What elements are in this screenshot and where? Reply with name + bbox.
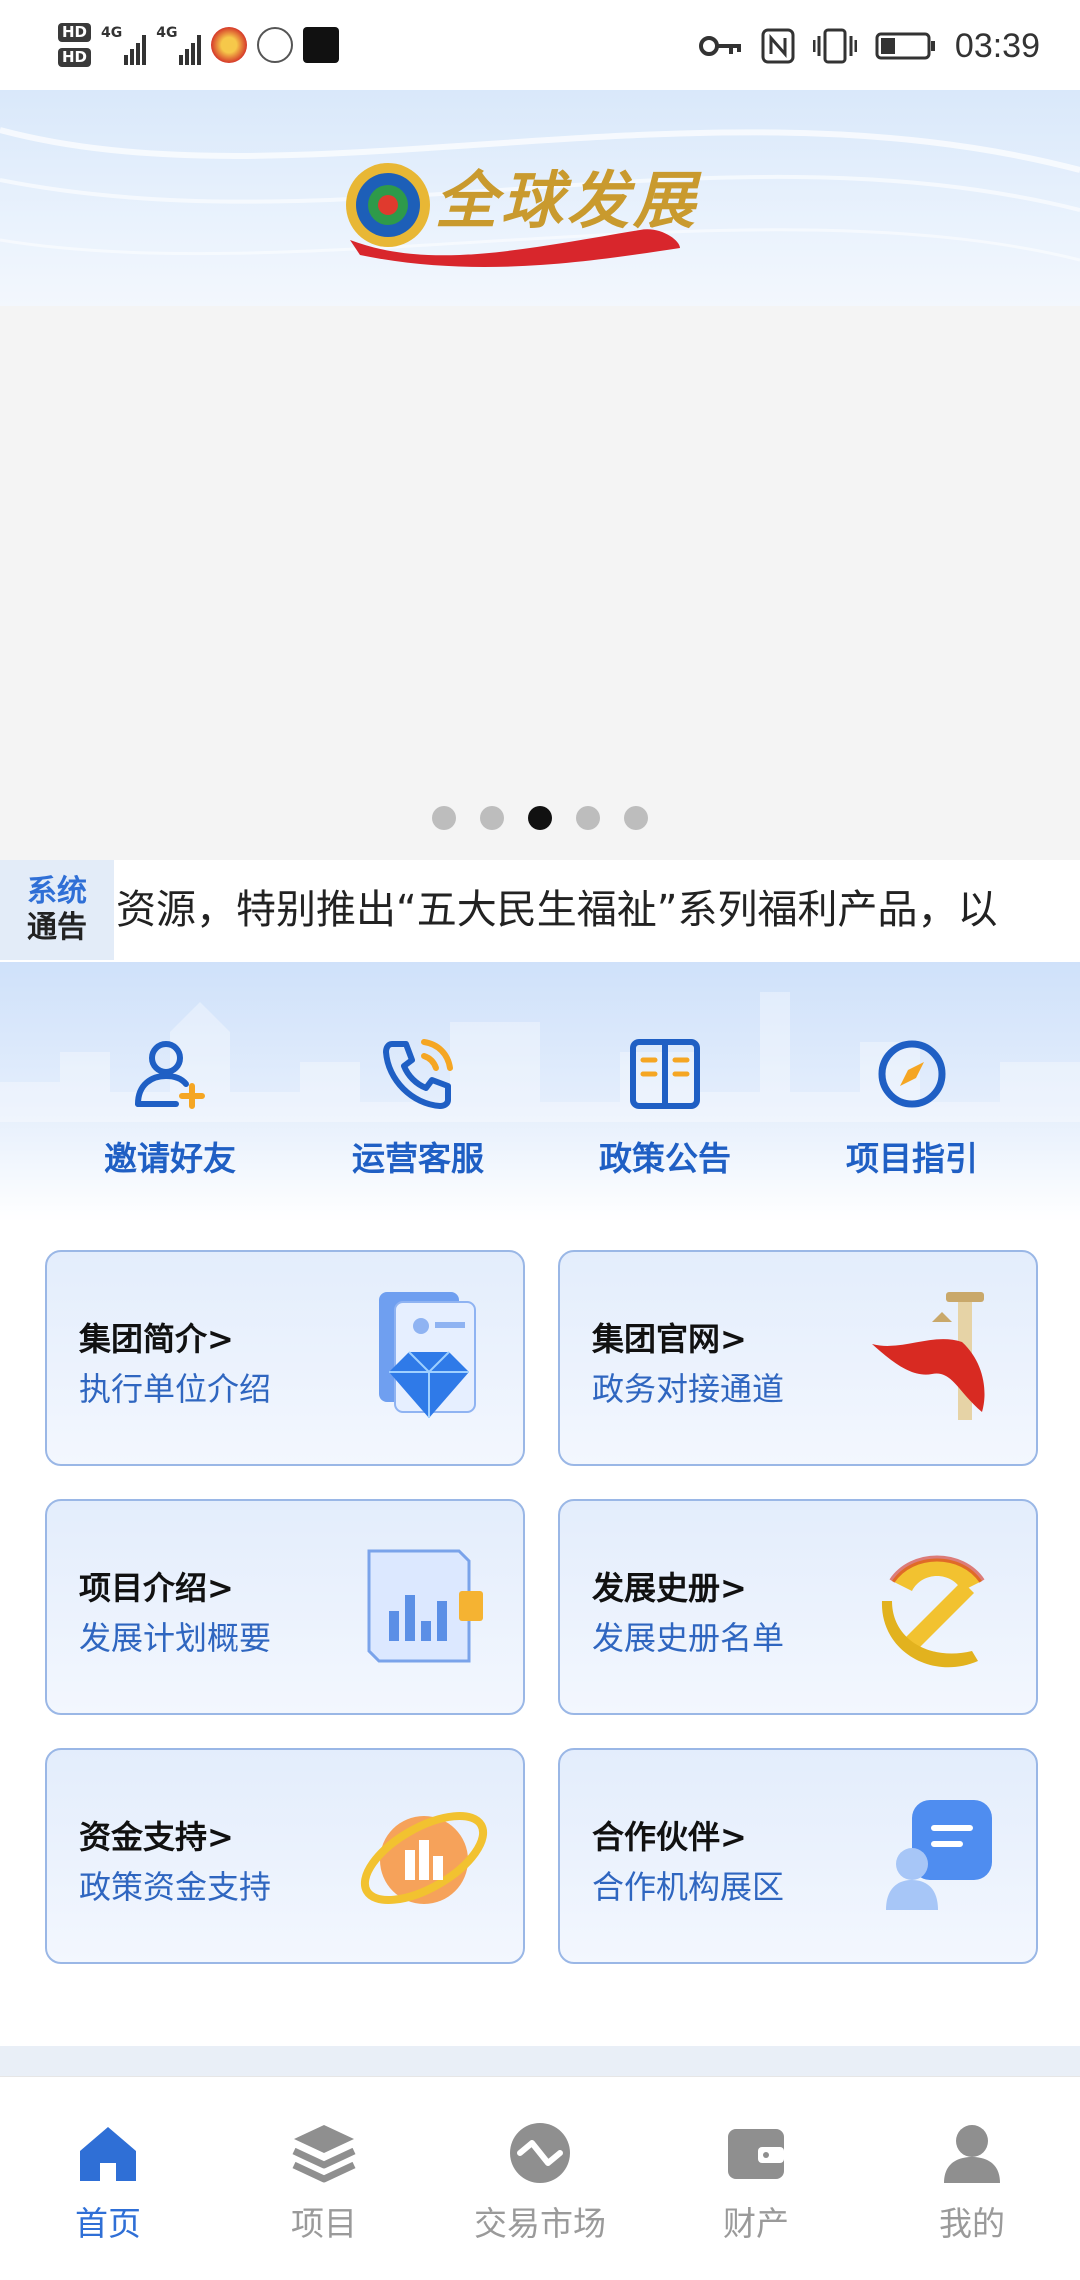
carousel-dot[interactable]	[480, 806, 504, 830]
nfc-icon	[761, 28, 795, 64]
status-left: HD HD 4G 4G	[58, 14, 340, 76]
tab-home[interactable]: 首页	[8, 2117, 208, 2245]
book-icon	[630, 1039, 700, 1109]
card-subtitle: 合作机构展区	[592, 1868, 785, 1906]
home-icon	[80, 2127, 136, 2181]
card-subtitle: 发展计划概要	[79, 1619, 272, 1657]
card-subtitle: 发展史册名单	[592, 1619, 785, 1657]
svg-text:全球发展: 全球发展	[435, 164, 702, 237]
quick-label-guide: 项目指引	[846, 1139, 978, 1178]
status-bar: HD HD 4G 4G 03:39	[0, 0, 1080, 90]
tab-label-home: 首页	[75, 2204, 141, 2243]
app-notification-icon	[211, 27, 248, 63]
card-title: 合作伙伴>	[592, 1818, 747, 1856]
signal-2-icon: 4G	[156, 25, 202, 65]
signal-1-icon: 4G	[101, 25, 147, 65]
card-title: 发展史册>	[592, 1569, 747, 1607]
tab-projects[interactable]: 项目	[224, 2117, 424, 2245]
notice-marquee-text: 资源，特别推出“五大民生福祉”系列福利产品，以	[116, 887, 998, 933]
hd-indicators: HD HD	[58, 23, 92, 67]
hd-badge-1: HD	[58, 23, 92, 42]
card-partners[interactable]: 合作伙伴> 合作机构展区	[558, 1748, 1038, 1964]
carousel-indicator	[0, 806, 1080, 830]
card-project-intro[interactable]: 项目介绍> 发展计划概要	[45, 1499, 525, 1715]
card-subtitle: 执行单位介绍	[79, 1370, 272, 1408]
carousel-dot[interactable]	[624, 806, 648, 830]
notice-tag: 系统 通告	[0, 860, 114, 960]
tab-label-assets: 财产	[723, 2204, 789, 2243]
carousel-dot[interactable]	[576, 806, 600, 830]
project-guide-button[interactable]: 项目指引	[812, 1034, 1012, 1180]
global-development-logo: 全球发展	[340, 130, 740, 280]
bottom-tab-bar: 首页 项目 交易市场 财产 我的	[0, 2076, 1080, 2280]
image-carousel[interactable]	[0, 306, 1080, 860]
card-subtitle: 政策资金支持	[79, 1868, 272, 1906]
report-chart-icon	[367, 1549, 483, 1663]
network-type-2: 4G	[156, 25, 178, 41]
pillar-flag-icon	[872, 1292, 985, 1420]
add-user-icon	[135, 1041, 205, 1109]
key-icon	[698, 36, 741, 56]
partner-chat-icon	[886, 1800, 992, 1910]
tab-label-profile: 我的	[939, 2204, 1005, 2243]
compass-icon	[878, 1040, 946, 1108]
layers-icon	[292, 2125, 356, 2183]
battery-icon	[875, 32, 935, 60]
invite-friends-button[interactable]: 邀请好友	[70, 1034, 270, 1180]
phone-icon	[383, 1039, 453, 1109]
market-icon	[510, 2123, 570, 2183]
quick-label-service: 运营客服	[352, 1139, 484, 1178]
carousel-dot[interactable]	[528, 806, 552, 830]
quick-actions: 邀请好友 运营客服 政策公告 项目指引	[0, 962, 1080, 1222]
game-app-icon	[303, 27, 340, 63]
tab-label-market: 交易市场	[474, 2204, 606, 2243]
vibrate-icon	[812, 28, 857, 64]
wallet-icon	[728, 2129, 784, 2179]
tab-profile[interactable]: 我的	[872, 2117, 1072, 2245]
section-divider	[0, 2046, 1080, 2076]
card-title: 资金支持>	[79, 1818, 234, 1856]
feature-cards: 集团简介> 执行单位介绍 集团官网> 政务对接通道 项目介绍> 发展计划概要 发…	[0, 1222, 1080, 2022]
tab-label-projects: 项目	[291, 2204, 357, 2243]
cow-icon	[257, 27, 294, 63]
card-group-intro[interactable]: 集团简介> 执行单位介绍	[45, 1250, 525, 1466]
card-title: 集团官网>	[592, 1320, 747, 1358]
system-notice-bar[interactable]: 系统 通告 资源，特别推出“五大民生福祉”系列福利产品，以	[0, 860, 1080, 960]
hd-badge-2: HD	[58, 48, 92, 67]
emblem-icon	[881, 1555, 985, 1668]
tab-assets[interactable]: 财产	[656, 2117, 856, 2245]
card-title: 项目介绍>	[79, 1569, 234, 1607]
quick-label-invite: 邀请好友	[104, 1139, 236, 1178]
notice-tag-line2: 通告	[27, 910, 87, 945]
status-right: 03:39	[698, 18, 1040, 74]
carousel-dot[interactable]	[432, 806, 456, 830]
card-subtitle: 政务对接通道	[592, 1370, 785, 1408]
quick-label-policy: 政策公告	[599, 1139, 731, 1178]
notice-tag-line1: 系统	[27, 874, 87, 909]
card-official-site[interactable]: 集团官网> 政务对接通道	[558, 1250, 1038, 1466]
card-development-history[interactable]: 发展史册> 发展史册名单	[558, 1499, 1038, 1715]
customer-service-button[interactable]: 运营客服	[318, 1034, 518, 1180]
card-title: 集团简介>	[79, 1320, 234, 1358]
diamond-document-icon	[379, 1292, 476, 1418]
tab-market[interactable]: 交易市场	[440, 2117, 640, 2245]
card-funding-support[interactable]: 资金支持> 政策资金支持	[45, 1748, 525, 1964]
policy-notice-button[interactable]: 政策公告	[565, 1034, 765, 1180]
header-banner: 全球发展	[0, 90, 1080, 306]
clock: 03:39	[954, 26, 1040, 65]
profile-icon	[944, 2125, 1000, 2183]
network-type-1: 4G	[101, 25, 123, 41]
orbit-chart-icon	[360, 1812, 488, 1904]
